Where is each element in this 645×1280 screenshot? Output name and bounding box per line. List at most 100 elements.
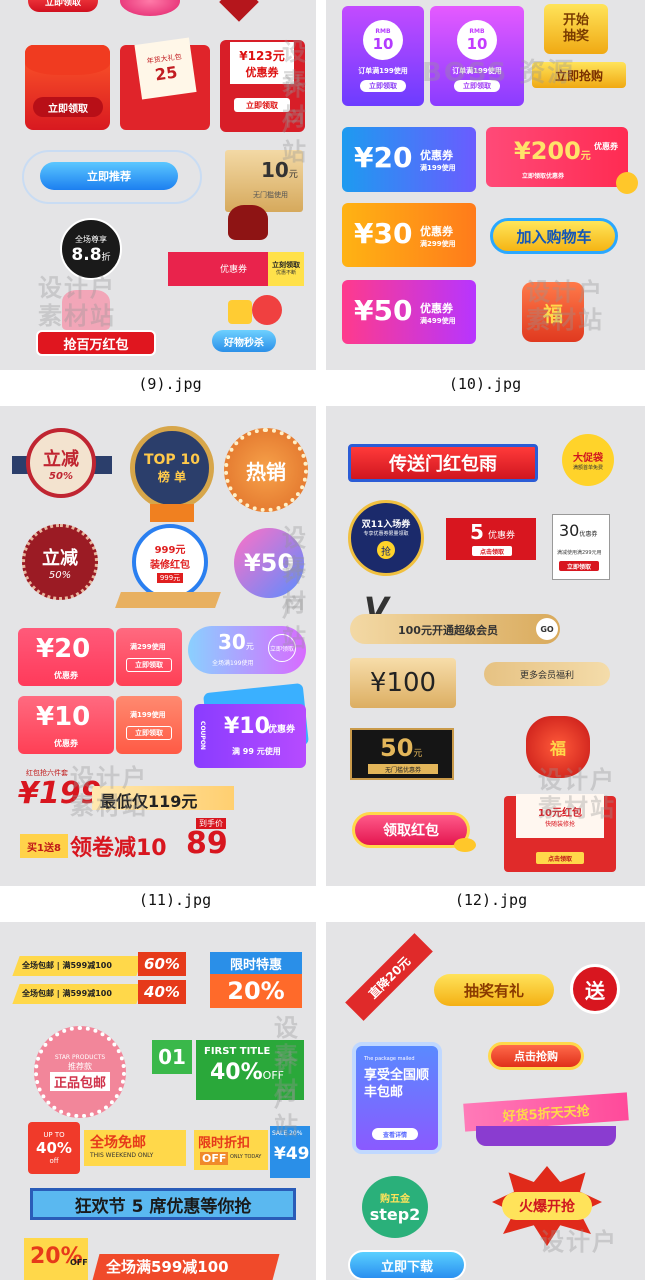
price-envelope-price: ¥123元 [239, 48, 285, 63]
limited-pct: 20% [210, 974, 302, 1008]
panel-11: 立减 50% TOP 10 榜 单 热销 立减 50% 999元 装修红包 99… [0, 406, 316, 886]
click-grab-button[interactable]: 点击抢购 [488, 1042, 584, 1070]
purple-coupon-label: 优惠券 [268, 725, 296, 735]
coupon-30-card: 30优惠券 满减使用满299元用 立即领取 [552, 514, 610, 580]
star-seal: STAR PRODUCTS 推荐款 正品包邮 [34, 1026, 126, 1118]
coupon-5: 5 优惠券 点击领取 [446, 518, 536, 560]
limited-discount-text: 限时折扣 [198, 1136, 251, 1151]
badge-2-sub: 50% [48, 569, 72, 581]
red-bow [228, 205, 268, 240]
entry-ticket-sub: 专享优惠券限量领取 [363, 531, 409, 537]
watermark: 素材站 [526, 306, 604, 334]
ticket-1-rmb: RMB [375, 27, 391, 35]
red-packet: 立即领取 [25, 45, 110, 130]
top10-line1: TOP 10 [143, 451, 201, 468]
coin-stack [454, 838, 476, 852]
coupon-50: ¥50 优惠券 满499使用 [342, 280, 476, 344]
add-to-cart-button[interactable]: 加入购物车 [490, 218, 618, 254]
big-sale-badge: 大促袋 满额首单免费 [562, 434, 614, 486]
first-number: 01 [152, 1040, 192, 1074]
gold-voucher-unit: 元 [288, 170, 298, 180]
top-pill-button[interactable]: 立即领取 [28, 0, 98, 12]
lottery-gift-button[interactable]: 抽奖有礼 [434, 974, 554, 1006]
panel-9: 立即领取 立即领取 年货大礼包 25 ¥123元 优惠券 立即领取 立即推荐 1… [0, 0, 316, 370]
ticket-2-number: 10 [466, 34, 488, 53]
watermark: 素材站 [38, 302, 116, 330]
purple-stand [476, 1126, 616, 1146]
free-ship-sub: THIS WEEKEND ONLY [90, 1152, 154, 1159]
collect-red-packet-button[interactable]: 领取红包 [352, 812, 470, 848]
download-button[interactable]: 立即下载 [348, 1250, 466, 1280]
coupon-30-card-button[interactable]: 立即领取 [559, 561, 599, 571]
ticket-20-side: 满299使用 立即领取 [116, 628, 182, 686]
phone-card: The package mailed 享受全国顺丰包邮 查看详情 [352, 1042, 442, 1154]
entry-ticket-title: 双11入场券 [361, 520, 411, 530]
seal-top: STAR PRODUCTS [54, 1053, 106, 1061]
big-sale-sub: 满额首单免费 [572, 465, 603, 471]
coupon-30: ¥30 优惠券 满299使用 [342, 203, 476, 267]
red-packet-button[interactable]: 立即领取 [33, 97, 103, 117]
coupon-30-condition: 满299使用 [420, 240, 456, 248]
bottom-text: 全场满599减100 [106, 1258, 229, 1276]
lottery-button[interactable]: 开始 抽奖 [544, 4, 608, 54]
alarm-clock-icon [252, 295, 282, 325]
recommend-button[interactable]: 立即推荐 [40, 162, 178, 190]
black-coupon-unit: 元 [413, 749, 423, 759]
upto-label: UP TO [43, 1131, 65, 1139]
ticket-10-button[interactable]: 立即领取 [126, 726, 172, 740]
sale-price: ¥49 [274, 1144, 310, 1164]
flash-sale-button[interactable]: 好物秒杀 [212, 330, 276, 352]
ticket-2-rmb: RMB [469, 27, 485, 35]
price-envelope-label: 优惠券 [245, 65, 279, 79]
renovation-price: 999元 [154, 545, 186, 556]
grab-million-button[interactable]: 抢百万红包 [36, 330, 156, 356]
black-coupon-number: 50 [380, 734, 414, 762]
coupon-50-number: ¥50 [354, 294, 413, 327]
entry-ticket-grab[interactable]: 抢 [377, 541, 395, 559]
coupon-20: ¥20 优惠券 满199使用 [342, 127, 476, 192]
coupon-30-label: 优惠券 [420, 225, 453, 238]
coupon-200-number: ¥200 [514, 137, 581, 165]
carnival-banner: 狂欢节 5 席优惠等你抢 [30, 1188, 296, 1220]
panel-10: RMB 10 订单满199使用 立即领取 RMB 10 订单满199使用 立即领… [326, 0, 645, 370]
phone-card-sub: The package mailed [364, 1056, 415, 1062]
stripe-60-text: 全场包邮 | 满599减100 [22, 961, 112, 970]
ticket-1-button[interactable]: 立即领取 [360, 80, 406, 92]
upto-off: off [49, 1157, 59, 1165]
collage-page: 立即领取 立即领取 年货大礼包 25 ¥123元 优惠券 立即领取 立即推荐 1… [0, 0, 645, 1280]
phone-card-title: 享受全国顺丰包邮 [364, 1068, 430, 1100]
purple-coupon-side: COUPON [198, 721, 206, 750]
ticket-10-condition: 满199使用 [130, 711, 166, 719]
watermark: 素材站 [538, 794, 616, 822]
vip-text: 100元开通超级会员 [398, 624, 498, 637]
gift-icon [228, 300, 252, 324]
ticket-1-number: 10 [372, 34, 394, 53]
ticket-10: ¥10 优惠券 [18, 696, 114, 754]
pill-30-condition: 全场满199使用 [212, 660, 254, 667]
stripe-40-pct: 40% [138, 980, 186, 1004]
gold-voucher-sub: 无门槛使用 [253, 191, 288, 199]
ticket-10-number: ¥10 [36, 702, 91, 732]
limited-discount-only: ONLY TODAY [230, 1154, 262, 1160]
watermark: 素材站 [282, 554, 308, 652]
discount-unit: 折 [101, 252, 111, 263]
pink-coupon-side[interactable]: 立刻领取 优惠不断 [268, 252, 304, 286]
coupon-5-button[interactable]: 点击领取 [472, 546, 512, 556]
renovation-number: 999元 [156, 573, 184, 583]
stripe-60-pct: 60% [138, 952, 186, 976]
red-envelope-button[interactable]: 点击领取 [536, 852, 584, 864]
renovation-text: 装修红包 [150, 560, 190, 571]
more-member-button[interactable]: 更多会员福利 [484, 662, 610, 686]
coupon-20-label: 优惠券 [420, 149, 453, 162]
phone-card-button[interactable]: 查看详情 [372, 1128, 418, 1140]
red-diamond [219, 0, 259, 22]
ticket-20-condition: 满299使用 [130, 643, 166, 651]
send-badge: 送 [570, 964, 620, 1014]
pink-orb [120, 0, 180, 16]
purple-coupon-condition: 满 99 元使用 [232, 747, 281, 756]
caption-10: (10).jpg [448, 375, 522, 393]
vip-go-button[interactable]: GO [536, 618, 558, 640]
step2-main: step2 [369, 1205, 421, 1224]
discount-line1: 全场尊享 [75, 234, 107, 244]
ticket-20-button[interactable]: 立即领取 [126, 658, 172, 672]
